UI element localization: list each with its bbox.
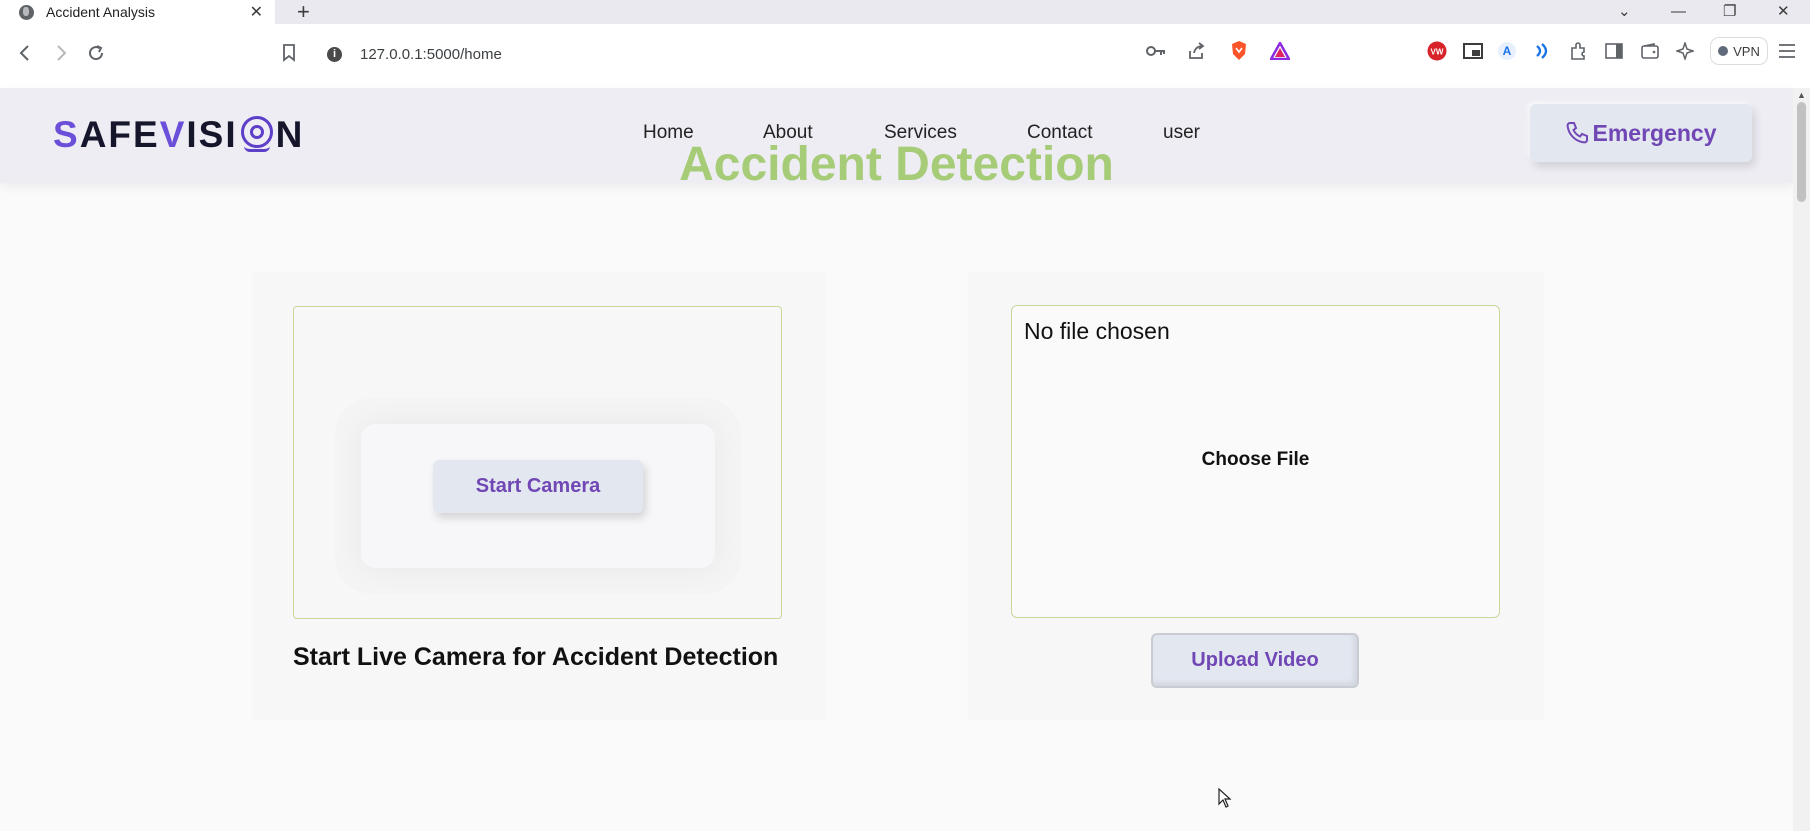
back-icon[interactable] <box>18 44 32 67</box>
window-close-button[interactable]: ✕ <box>1777 0 1790 24</box>
vw-extension-icon[interactable]: VW <box>1427 41 1447 61</box>
picture-in-picture-icon[interactable] <box>1463 41 1483 61</box>
choose-file-button[interactable]: Choose File <box>1011 449 1500 471</box>
vpn-status-icon <box>1718 46 1729 56</box>
translate-icon[interactable]: A <box>1497 41 1517 61</box>
sidebar-toggle-icon[interactable] <box>1604 41 1624 61</box>
mouse-cursor-icon <box>1218 787 1232 813</box>
browser-tab-strip: Accident Analysis ✕ + ⌄ — ❐ ✕ <box>0 0 1810 24</box>
page-scrollbar[interactable]: ▲ <box>1793 88 1810 831</box>
url-text[interactable]: 127.0.0.1:5000/home <box>360 46 502 63</box>
forward-icon[interactable] <box>54 44 68 67</box>
reload-icon[interactable] <box>87 44 105 67</box>
read-aloud-icon[interactable] <box>1533 41 1553 61</box>
leo-ai-icon[interactable] <box>1675 41 1695 61</box>
vpn-button[interactable]: VPN <box>1710 37 1768 65</box>
svg-text:VW: VW <box>1431 48 1444 57</box>
tab-search-chevron-icon[interactable]: ⌄ <box>1618 0 1631 24</box>
menu-icon[interactable] <box>1777 41 1797 61</box>
restore-button[interactable]: ❐ <box>1723 0 1736 24</box>
share-icon[interactable] <box>1186 41 1206 61</box>
extensions-puzzle-icon[interactable] <box>1568 41 1588 61</box>
browser-tab[interactable]: Accident Analysis ✕ <box>0 0 275 24</box>
password-key-icon[interactable] <box>1146 41 1166 61</box>
wallet-icon[interactable] <box>1640 41 1660 61</box>
vpn-label: VPN <box>1733 43 1760 59</box>
svg-text:A: A <box>1503 44 1512 58</box>
scroll-up-arrow-icon[interactable]: ▲ <box>1797 90 1806 100</box>
file-status-text: No file chosen <box>1024 318 1170 344</box>
page-title: Accident Detection <box>679 138 1114 191</box>
new-tab-button[interactable]: + <box>297 0 310 25</box>
bookmark-icon[interactable] <box>282 44 296 67</box>
brave-shield-icon[interactable] <box>1229 41 1249 61</box>
start-camera-button[interactable]: Start Camera <box>433 460 643 513</box>
site-info-icon[interactable]: i <box>327 46 342 62</box>
tab-title: Accident Analysis <box>46 4 155 20</box>
upload-video-button[interactable]: Upload Video <box>1151 633 1359 688</box>
browser-toolbar: i 127.0.0.1:5000/home VW A VPN <box>0 24 1810 88</box>
scrollbar-thumb[interactable] <box>1797 102 1806 202</box>
tab-close-icon[interactable]: ✕ <box>250 2 263 22</box>
camera-caption: Start Live Camera for Accident Detection <box>293 643 779 671</box>
globe-icon <box>19 4 34 20</box>
brave-rewards-icon[interactable] <box>1270 41 1290 61</box>
minimize-button[interactable]: — <box>1671 0 1686 24</box>
